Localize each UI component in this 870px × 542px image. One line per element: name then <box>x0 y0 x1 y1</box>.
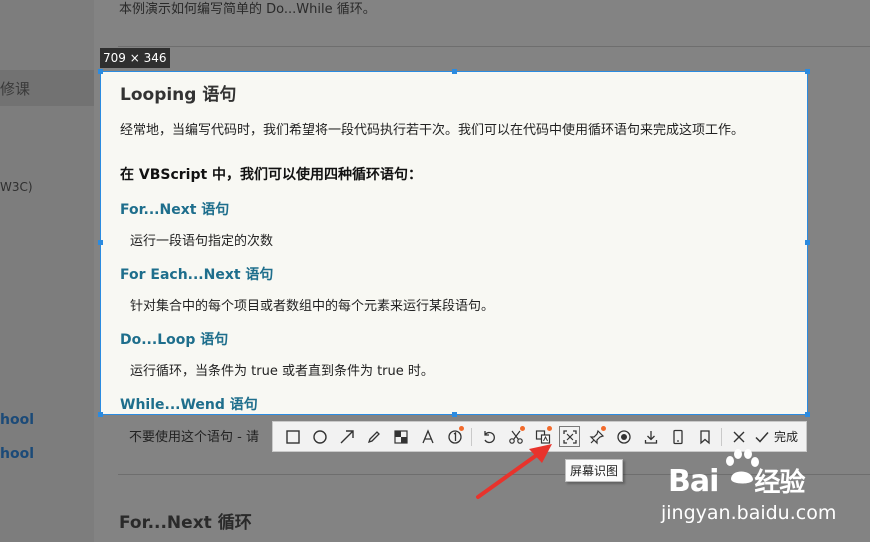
watermark-brand: Bai 经验 <box>668 464 805 499</box>
watermark-url: jingyan.baidu.com <box>661 502 837 524</box>
